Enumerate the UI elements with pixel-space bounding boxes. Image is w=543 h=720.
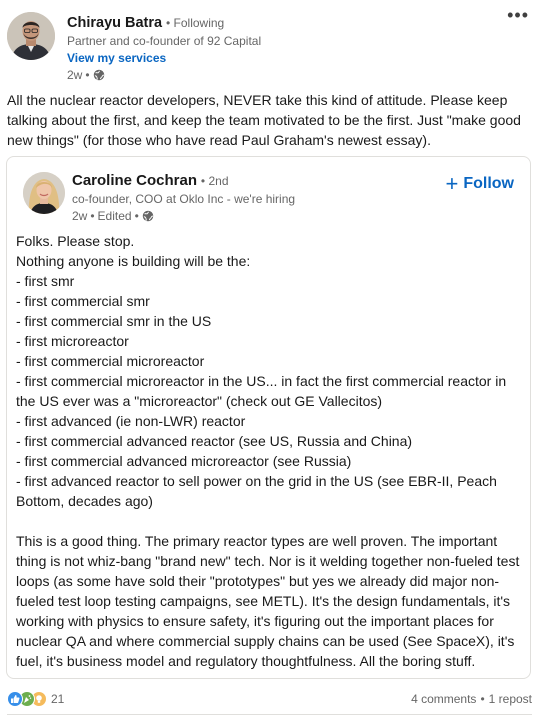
comments-count-link[interactable]: 4 comments	[411, 692, 476, 706]
shared-author-info: Caroline Cochran • 2nd co-founder, COO a…	[72, 171, 402, 224]
author-headline: Partner and co-founder of 92 Capital	[67, 34, 262, 48]
body-line: Bottom, decades ago)	[16, 493, 153, 509]
body-line: - first commercial smr in the US	[16, 313, 212, 329]
body-line: - first commercial smr	[16, 293, 150, 309]
shared-post-timestamp: 2w	[72, 209, 88, 223]
body-line: the US ever was a "microreactor" (check …	[16, 393, 383, 409]
shared-post-body: Folks. Please stop. Nothing anyone is bu…	[16, 231, 526, 671]
body-line: - first commercial microreactor	[16, 353, 205, 369]
engagement-counts: 4 comments • 1 repost	[411, 692, 532, 706]
body-line: - first commercial microreactor in the U…	[16, 373, 507, 389]
author-info: Chirayu Batra • Following Partner and co…	[67, 13, 467, 83]
reaction-count: 21	[51, 692, 65, 706]
plus-icon: +	[445, 171, 459, 196]
author-name-line: Chirayu Batra • Following	[67, 13, 467, 32]
shared-author-name-line: Caroline Cochran • 2nd	[72, 171, 402, 190]
body-line: - first smr	[16, 273, 75, 289]
post-commentary: All the nuclear reactor developers, NEVE…	[7, 92, 521, 148]
follow-status: Following	[173, 16, 225, 30]
author-name[interactable]: Chirayu Batra	[67, 15, 162, 31]
globe-icon	[142, 210, 154, 222]
separator-dot: •	[134, 209, 139, 223]
edited-label: Edited	[97, 209, 132, 223]
globe-icon	[93, 69, 104, 81]
post-timestamp: 2w	[67, 68, 83, 82]
post-time: 2w •	[67, 67, 467, 83]
separator-dot: •	[165, 16, 174, 30]
separator-dot: •	[90, 209, 95, 223]
separator-dot: •	[85, 68, 90, 82]
body-line: - first commercial advanced reactor (see…	[16, 433, 413, 449]
body-line: - first advanced reactor to sell power o…	[16, 473, 497, 489]
post-card: ••• Chirayu Batra • Following Partner an…	[0, 0, 543, 720]
body-line: Folks. Please stop.	[16, 233, 135, 249]
shared-author-avatar[interactable]	[23, 172, 65, 214]
body-line: Nothing anyone is building will be the:	[16, 253, 251, 269]
like-icon	[7, 691, 23, 707]
body-line: - first microreactor	[16, 333, 129, 349]
follow-label: Follow	[463, 175, 514, 192]
ellipsis-icon[interactable]: •••	[507, 6, 529, 24]
reactions-summary[interactable]: 21	[7, 691, 64, 707]
view-services-link[interactable]: View my services	[67, 50, 467, 66]
avatar[interactable]	[7, 12, 55, 60]
body-line: - first advanced (ie non-LWR) reactor	[16, 413, 246, 429]
reposts-count-link[interactable]: 1 repost	[489, 692, 532, 706]
shared-post-card[interactable]: Caroline Cochran • 2nd co-founder, COO a…	[6, 156, 531, 679]
separator-dot: •	[480, 692, 485, 706]
shared-author-headline: co-founder, COO at Oklo Inc - we're hiri…	[72, 192, 296, 206]
connection-degree: 2nd	[208, 174, 229, 188]
body-paragraph: This is a good thing. The primary reacto…	[16, 533, 520, 669]
follow-button[interactable]: + Follow	[445, 171, 514, 196]
shared-post-time: 2w • Edited •	[72, 208, 402, 224]
shared-author-name[interactable]: Caroline Cochran	[72, 172, 197, 189]
social-counts-bar: 21 4 comments • 1 repost	[7, 689, 532, 709]
divider	[7, 714, 532, 715]
body-line: - first commercial advanced microreactor…	[16, 453, 352, 469]
